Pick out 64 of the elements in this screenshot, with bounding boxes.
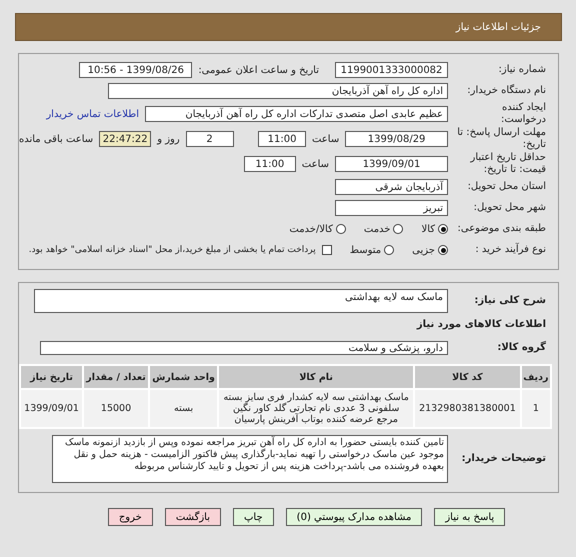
column-header: تعداد / مقدار <box>83 365 150 389</box>
requester-field: عظیم عابدی اصل متصدی تدارکات اداره کل راه آهن آذربایجان <box>145 106 448 122</box>
deadline-date-field: 1399/08/29 <box>345 131 448 147</box>
field-label: حداقل تاریخ اعتبار قیمت: تا تاریخ: <box>469 152 547 176</box>
table-cell: 15000 <box>83 389 150 428</box>
column-header: کد کالا <box>414 365 521 389</box>
field-label: نوع فرآیند خرید : <box>474 244 547 256</box>
treasury-label: پرداخت تمام یا بخشی از مبلغ خرید،از محل "اسناد خزانه اسلامی" خواهد بود. <box>28 245 316 255</box>
province-field: آذربایجان شرقی <box>335 179 448 195</box>
action-button[interactable]: بازگشت <box>164 508 221 526</box>
field-label: توضیحات خریدار: <box>460 453 547 465</box>
radio-option[interactable]: کالا/خدمت <box>289 224 346 234</box>
action-button[interactable]: خروج <box>108 508 153 526</box>
field-label: مهلت ارسال پاسخ: تا تاریخ: <box>456 127 547 151</box>
radio-icon[interactable] <box>336 224 346 234</box>
buyer-notes-field: تامین کننده بایستی حضورا به اداره کل راه آهن تبریز مراجعه نموده وپس از بازدید ازنمونه ماسک موجود عین ماسک درخواستی را تهیه نماید-بارگذاری پیش فاکتور الزامیست - هزینه حمل و نقل بعهده فروشنده می باشد-پرداخت هزینه پس از تحویل و تایید کارشناس مربوطه <box>52 435 448 483</box>
field-label: ساعت باقی مانده <box>18 134 94 144</box>
field-label: روز و <box>157 134 180 144</box>
table-cell: 2132980381380001 <box>414 389 521 428</box>
goods-group-field: دارو، پزشکی و سلامت <box>40 341 448 355</box>
table-cell: 1399/09/01 <box>20 389 84 428</box>
column-header: نام کالا <box>218 365 414 389</box>
field-label: تاریخ و ساعت اعلان عمومی: <box>198 64 319 76</box>
validity-date-field: 1399/09/01 <box>335 156 448 172</box>
need-number-field: 1199001333000082 <box>335 62 448 78</box>
column-header: ردیف <box>520 365 551 389</box>
field-label: ساعت <box>312 134 340 144</box>
remaining-time-field: 22:47:22 <box>99 131 152 147</box>
column-header: واحد شمارش <box>149 365 218 389</box>
table-cell: ماسک بهداشتی سه لایه کشدار فری سایز بسته سلفونی 3 عددی نام تجارتی گلد کاور نگین مرجع عرضه کننده بوتاب آفرینش پارسیان <box>218 389 414 428</box>
days-field: 2 <box>186 131 234 147</box>
action-button[interactable]: مشاهده مدارک پیوستي (0) <box>286 508 422 526</box>
treasury-checkbox[interactable] <box>322 245 332 255</box>
table-cell: 1 <box>520 389 551 428</box>
field-label: ایجاد کننده درخواست: <box>500 102 547 126</box>
radio-icon[interactable] <box>393 224 404 234</box>
table-cell: بسته <box>149 389 218 428</box>
action-button[interactable]: چاپ <box>233 508 274 526</box>
deadline-time-field: 11:00 <box>258 131 306 147</box>
field-label: نام دستگاه خریدار: <box>466 85 547 97</box>
announce-date-field: 1399/08/26 - 10:56 <box>79 62 192 78</box>
radio-icon[interactable] <box>438 224 448 234</box>
field-label: شرح کلی نیاز: <box>473 295 547 307</box>
field-label: گروه کالا: <box>496 342 547 354</box>
radio-option[interactable]: خدمت <box>364 224 404 234</box>
radio-icon[interactable] <box>438 245 448 255</box>
field-label: شهر محل تحویل: <box>472 202 547 214</box>
section-heading: اطلاعات کالاهای مورد نیاز <box>416 319 546 330</box>
validity-time-field: 11:00 <box>244 156 296 172</box>
field-label: شماره نیاز: <box>498 64 547 76</box>
page-header: جزئیات اطلاعات نیاز <box>15 13 562 41</box>
radio-icon[interactable] <box>384 245 394 255</box>
contact-link[interactable]: اطلاعات تماس خریدار <box>46 108 139 120</box>
field-label: استان محل تحویل: <box>466 181 547 193</box>
description-field: ماسک سه لایه بهداشتی <box>34 289 448 313</box>
radio-option[interactable]: کالا <box>421 224 448 234</box>
action-button[interactable]: پاسخ به نیاز <box>434 508 506 526</box>
field-label: طبقه بندی موضوعی: <box>456 223 547 235</box>
buyer-org-field: اداره کل راه آهن آذربایجان <box>108 83 448 99</box>
city-field: تبریز <box>335 200 448 216</box>
radio-option[interactable]: جزیی <box>412 244 448 256</box>
radio-option[interactable]: متوسط <box>350 244 394 256</box>
field-label: ساعت <box>302 158 329 170</box>
column-header: تاریخ نیاز <box>20 365 84 389</box>
